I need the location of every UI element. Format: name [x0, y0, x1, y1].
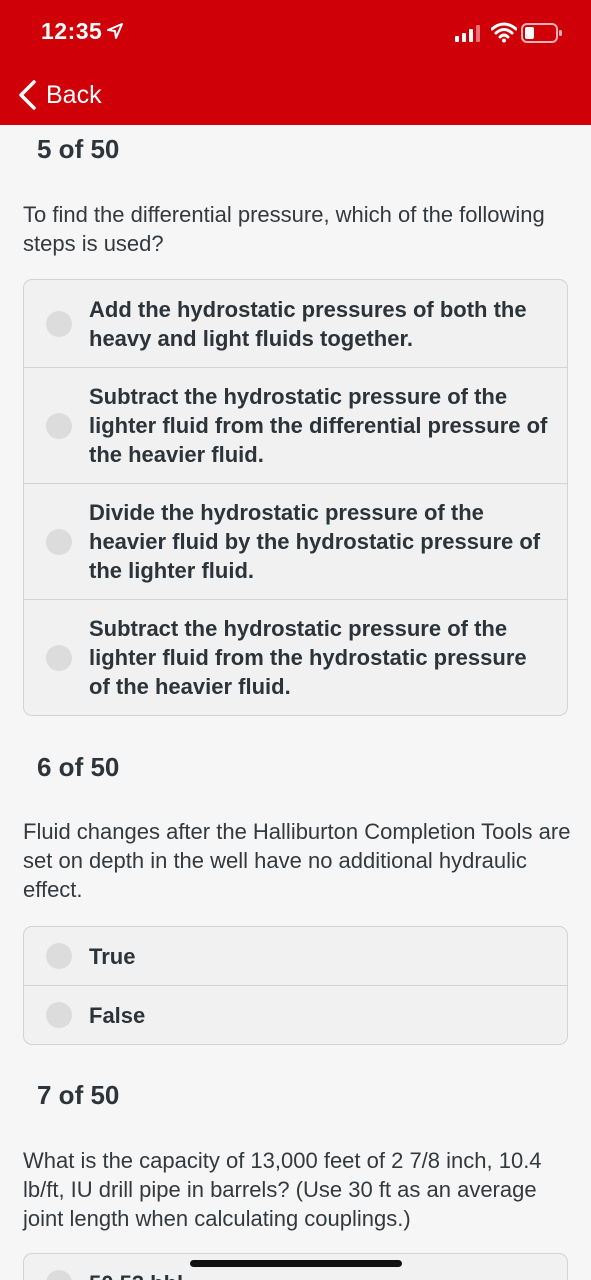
battery-icon — [521, 23, 562, 43]
answer-label: Divide the hydrostatic pressure of the h… — [89, 500, 541, 583]
chevron-left-icon — [19, 80, 36, 110]
answer-option[interactable]: Add the hydrostatic pressures of both th… — [24, 280, 567, 368]
question-text: What is the capacity of 13,000 feet of 2… — [23, 1148, 542, 1231]
answer-label: 50.53 bbl — [89, 1269, 549, 1280]
radio-button[interactable] — [46, 644, 72, 671]
answer-option[interactable]: False — [24, 986, 567, 1044]
answer-option[interactable]: Divide the hydrostatic pressure of the h… — [24, 484, 567, 600]
answer-option[interactable]: Subtract the hydrostatic pressure of the… — [24, 600, 567, 715]
answer-label: True — [89, 943, 136, 969]
radio-button[interactable] — [46, 1270, 72, 1280]
answer-label: Subtract the hydrostatic pressure of the… — [89, 616, 527, 699]
back-button[interactable]: Back — [16, 78, 102, 112]
home-indicator[interactable] — [190, 1260, 402, 1267]
back-label: Back — [46, 80, 102, 109]
radio-button[interactable] — [46, 1002, 72, 1028]
header-bar: 12:35 Back — [0, 0, 591, 125]
question-number: 6 of 50 — [37, 752, 120, 782]
question-number: 7 of 50 — [37, 1080, 120, 1110]
answer-option[interactable]: Subtract the hydrostatic pressure of the… — [24, 368, 567, 484]
radio-button[interactable] — [46, 310, 72, 337]
question-number: 5 of 50 — [37, 134, 120, 164]
status-bar: 12:35 — [0, 0, 591, 64]
status-time: 12:35 — [41, 18, 103, 44]
answer-label: False — [89, 1002, 146, 1028]
location-arrow-icon — [107, 23, 123, 39]
radio-button[interactable] — [46, 943, 72, 969]
quiz-content[interactable]: 5 of 50 To find the differential pressur… — [0, 127, 591, 1280]
answer-options: True False — [23, 926, 568, 1045]
answer-option[interactable]: 50.53 bbl — [24, 1254, 567, 1280]
cellular-signal-icon — [455, 25, 480, 42]
radio-button[interactable] — [46, 412, 72, 439]
answer-option[interactable]: True — [24, 927, 567, 986]
question-text: Fluid changes after the Halliburton Comp… — [23, 819, 571, 902]
question-text: To find the differential pressure, which… — [23, 202, 545, 256]
radio-button[interactable] — [46, 528, 72, 555]
wifi-icon — [491, 22, 517, 43]
answer-label: Subtract the hydrostatic pressure of the… — [89, 384, 548, 467]
answer-label: Add the hydrostatic pressures of both th… — [89, 296, 527, 351]
answer-options: Add the hydrostatic pressures of both th… — [23, 279, 568, 716]
